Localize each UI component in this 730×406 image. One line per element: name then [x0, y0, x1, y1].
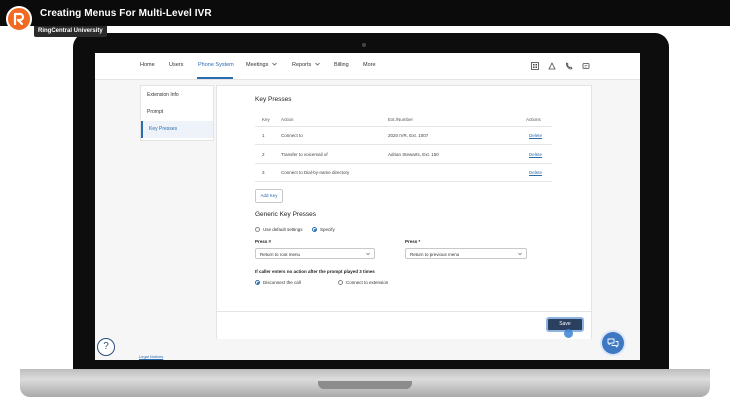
key-presses-panel: Key Presses Key Action Ext./Number Actio…: [216, 85, 592, 339]
nav-phone-system[interactable]: Phone System: [198, 62, 234, 68]
table-divider: [255, 163, 552, 164]
table-divider: [255, 144, 552, 145]
panel-footer: [217, 311, 591, 339]
disconnect-radio[interactable]: [255, 280, 260, 285]
chat-button[interactable]: [602, 332, 624, 354]
use-default-radio[interactable]: [255, 227, 260, 232]
sidebar-item-extension-info[interactable]: Extension Info: [141, 87, 213, 104]
col-header-key: Key: [262, 117, 270, 122]
row-ext: Adrian Stewarts, Ext. 150: [388, 152, 439, 157]
nav-reports-label: Reports: [292, 62, 312, 68]
help-button[interactable]: ?: [97, 338, 115, 356]
row-key: 1: [262, 133, 265, 138]
nav-more[interactable]: More: [363, 62, 376, 68]
laptop-notch: [318, 381, 412, 389]
nav-meetings-label: Meetings: [246, 62, 269, 68]
table-divider: [255, 126, 552, 127]
use-default-label: Use default settings: [263, 227, 303, 232]
app-screen: Home Users Phone System Meetings Reports…: [95, 53, 640, 360]
row-ext: 2020 IVR, Ext. 1007: [388, 133, 429, 138]
mouse-cursor: [564, 329, 573, 338]
press-star-select[interactable]: Return to previous menu: [405, 248, 527, 259]
connect-extension-radio[interactable]: [338, 280, 343, 285]
chevron-down-icon: [272, 62, 277, 66]
user-icon[interactable]: [548, 62, 556, 70]
camera-icon: [362, 43, 366, 47]
row-key: 3: [262, 170, 265, 175]
nav-billing[interactable]: Billing: [334, 62, 349, 68]
row-action: Connect to: [281, 133, 303, 138]
press-hash-value: Return to root menu: [260, 252, 301, 257]
nav-reports[interactable]: Reports: [292, 62, 320, 68]
university-tag: RingCentral University: [34, 26, 107, 37]
row-action: Transfer to voicemail of: [281, 152, 328, 157]
delete-link[interactable]: Delete: [529, 152, 542, 157]
col-header-actions: Actions: [526, 117, 541, 122]
sidebar-item-prompt[interactable]: Prompt: [141, 104, 213, 121]
row-key: 2: [262, 152, 265, 157]
nav-home[interactable]: Home: [140, 62, 155, 68]
sidebar-item-key-presses[interactable]: Key Presses: [141, 121, 213, 138]
add-key-button[interactable]: Add Key: [255, 189, 283, 203]
phone-icon[interactable]: [565, 62, 573, 70]
press-hash-label: Press #: [255, 239, 272, 244]
apps-grid-icon[interactable]: [531, 62, 539, 70]
no-action-label: If caller enters no action after the pro…: [255, 269, 375, 274]
row-action: Connect to Dial-by-name directory: [281, 170, 350, 175]
table-divider: [255, 181, 552, 182]
chevron-down-icon: [518, 252, 522, 256]
sidebar: Extension Info Prompt Key Presses: [140, 85, 214, 141]
key-presses-title: Key Presses: [255, 96, 292, 103]
chevron-down-icon: [315, 62, 320, 66]
generic-key-presses-title: Generic Key Presses: [255, 211, 317, 218]
legal-notices-link[interactable]: Legal Notices: [139, 354, 163, 359]
col-header-ext: Ext./Number: [388, 117, 414, 122]
press-star-value: Return to previous menu: [410, 252, 460, 257]
col-header-action: Action: [281, 117, 294, 122]
active-tab-indicator: [197, 77, 233, 79]
video-title-bar: Creating Menus For Multi-Level IVR: [0, 0, 730, 26]
specify-label: Specify: [320, 227, 335, 232]
message-icon[interactable]: [582, 62, 590, 70]
nav-meetings[interactable]: Meetings: [246, 62, 277, 68]
top-nav: Home Users Phone System Meetings Reports…: [95, 53, 640, 80]
delete-link[interactable]: Delete: [529, 170, 542, 175]
press-star-label: Press *: [405, 239, 421, 244]
chevron-down-icon: [366, 252, 370, 256]
video-title: Creating Menus For Multi-Level IVR: [40, 8, 212, 19]
connect-extension-label: Connect to extension: [346, 280, 389, 285]
specify-radio[interactable]: [312, 227, 317, 232]
delete-link[interactable]: Delete: [529, 133, 542, 138]
press-hash-select[interactable]: Return to root menu: [255, 248, 375, 259]
ringcentral-university-logo: [6, 6, 32, 32]
chat-bubbles-icon: [607, 338, 619, 348]
logo-r-icon: [13, 12, 25, 26]
disconnect-label: Disconnect the call: [263, 280, 301, 285]
nav-users[interactable]: Users: [169, 62, 183, 68]
